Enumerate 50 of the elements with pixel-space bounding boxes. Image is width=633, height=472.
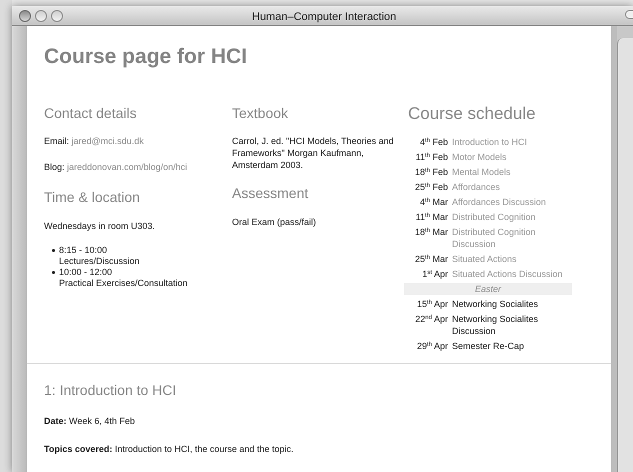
section-heading: Course schedule (408, 102, 537, 124)
schedule-date: 15$^{th}$ Apr (416, 298, 449, 310)
body-text: Oral Exam (pass/fail) (232, 216, 318, 229)
bullet-icon (52, 271, 55, 274)
bullet-icon (52, 249, 55, 252)
section-heading: Time & location (44, 188, 141, 206)
section-heading: Textbook (232, 104, 290, 122)
scrollbar[interactable] (617, 38, 633, 472)
minimize-button[interactable] (35, 10, 47, 22)
schedule-link[interactable]: Distributed Cognition (452, 210, 536, 222)
schedule-date: 11$^{th}$ Feb (414, 150, 449, 162)
link[interactable]: jared@mci.sdu.dk (72, 136, 144, 146)
schedule-link[interactable]: Introduction to HCI (452, 136, 528, 148)
close-button[interactable] (19, 10, 31, 22)
schedule-date: 25$^{th}$ Mar (414, 252, 449, 264)
schedule-link[interactable]: Affordances Discussion (452, 196, 546, 208)
contact-line: Blog: jareddonovan.com/blog/on/hci (44, 161, 188, 174)
list-item: 8:15 - 10:00 Lectures/Discussion (59, 245, 140, 267)
body-text: Topics covered: Introduction to HCI, the course and the topic. (44, 442, 294, 456)
list-item: 10:00 - 12:00 Practical Exercises/Consultation (59, 267, 188, 289)
schedule-date: 29$^{th}$ Apr (416, 340, 449, 352)
schedule-date: 1$^{st}$ Apr (421, 268, 449, 280)
schedule-date: 11$^{th}$ Mar (414, 210, 449, 222)
link[interactable]: jareddonovan.com/blog/on/hci (67, 162, 188, 172)
schedule-date: 4$^{th}$ Mar (418, 196, 449, 208)
schedule-date: 22$^{nd}$ Apr (414, 312, 449, 326)
window-title: Human–Computer Interaction (252, 10, 396, 25)
section-heading: 1: Introduction to HCI (44, 381, 178, 400)
section-heading: Assessment (232, 184, 310, 202)
schedule-title: Networking Socialites (452, 298, 538, 310)
body-text: Date: Week 6, 4th Feb (44, 415, 136, 428)
schedule-link[interactable]: Distributed Cognition Discussion (452, 226, 572, 250)
body-text: Carrol, J. ed. "HCI Models, Theories and Frameworks" Morgan Kaufmann, Amsterdam 2003. (232, 134, 395, 170)
zoom-button[interactable] (51, 10, 63, 22)
schedule-link[interactable]: Motor Models (452, 150, 507, 162)
schedule-date: 4$^{th}$ Feb (418, 136, 449, 148)
schedule-link[interactable]: Situated Actions Discussion (452, 268, 563, 280)
body-text: Wednesdays in room U303. (44, 220, 156, 233)
schedule-link[interactable]: Affordances (452, 180, 500, 192)
page-title: Course page for HCI (44, 44, 248, 70)
section-heading: Contact details (44, 104, 138, 122)
schedule-title: Semester Re-Cap (452, 340, 524, 352)
schedule-title: Networking Socialites Discussion (452, 312, 540, 336)
contact-line: Email: jared@mci.sdu.dk (44, 134, 145, 148)
schedule-date: 18$^{th}$ Mar (414, 226, 449, 238)
schedule-date: 18$^{th}$ Feb (414, 166, 449, 178)
schedule-date: 25$^{th}$ Feb (414, 180, 449, 192)
schedule-link[interactable]: Mental Models (452, 166, 511, 178)
schedule-break: Easter (404, 282, 572, 294)
schedule-link[interactable]: Situated Actions (452, 252, 517, 264)
